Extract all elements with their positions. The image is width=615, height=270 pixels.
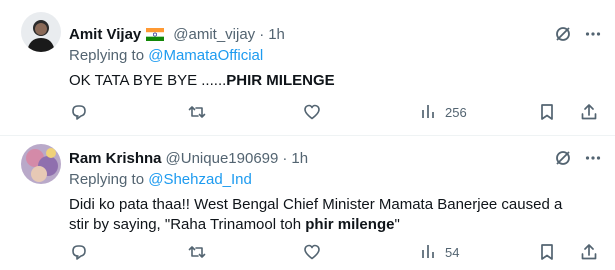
more-icon[interactable] [583, 24, 603, 44]
share-button[interactable] [579, 242, 599, 262]
views-count: 256 [445, 104, 467, 120]
user-handle[interactable]: @Unique190699 [166, 150, 279, 167]
share-icon [581, 104, 597, 120]
bookmark-button[interactable] [537, 102, 557, 122]
share-icon [581, 244, 597, 260]
like-button[interactable] [302, 102, 322, 122]
replying-to: Replying to @Shehzad_Ind [69, 170, 603, 190]
user-handle[interactable]: @amit_vijay [173, 26, 255, 43]
bookmark-button[interactable] [537, 242, 557, 262]
tweet[interactable]: Amit Vijay @amit_vijay · 1h Replying to … [0, 0, 615, 136]
like-icon [304, 244, 320, 260]
tweet-text: OK TATA BYE BYE ......PHIR MILENGE [69, 71, 603, 91]
tweet-text: Didi ko pata thaa!! West Bengal Chief Mi… [69, 195, 603, 235]
reply-icon [72, 245, 86, 260]
tweet-actions: 54 [69, 242, 601, 262]
grok-icon[interactable] [553, 24, 573, 44]
like-button[interactable] [302, 242, 322, 262]
retweet-icon [188, 106, 206, 118]
like-icon [304, 104, 320, 120]
retweet-button[interactable] [187, 102, 207, 122]
reply-icon [72, 105, 86, 120]
views-count: 54 [445, 244, 460, 260]
avatar[interactable] [21, 12, 61, 52]
tweet[interactable]: Ram Krishna @Unique190699 · 1h Replying … [0, 136, 615, 270]
tweet-header: Amit Vijay @amit_vijay · 1h [69, 24, 603, 44]
tweet-header: Ram Krishna @Unique190699 · 1h [69, 148, 603, 168]
tweet-actions: 256 [69, 102, 601, 122]
reply-button[interactable] [69, 102, 89, 122]
views-button[interactable]: 256 [419, 102, 467, 122]
avatar[interactable] [21, 144, 61, 184]
grok-icon[interactable] [553, 148, 573, 168]
tweet-text-after: " [394, 216, 400, 233]
views-button[interactable]: 54 [419, 242, 459, 262]
views-icon [422, 105, 434, 118]
display-name[interactable]: Ram Krishna [69, 150, 162, 167]
tweet-text-bold: PHIR MILENGE [226, 72, 335, 89]
mention-link[interactable]: @Shehzad_Ind [148, 171, 252, 188]
tweet-text-plain: stir by saying, "Raha Trinamool toh [69, 216, 306, 233]
replying-to: Replying to @MamataOfficial [69, 46, 603, 66]
tweet-text-plain: OK TATA BYE BYE ...... [69, 72, 227, 89]
timestamp[interactable]: 1h [268, 26, 285, 43]
bookmark-icon [541, 244, 553, 260]
mention-link[interactable]: @MamataOfficial [148, 47, 263, 64]
views-icon [422, 245, 434, 258]
share-button[interactable] [579, 102, 599, 122]
replying-prefix: Replying to [69, 47, 149, 64]
retweet-icon [188, 246, 206, 258]
retweet-button[interactable] [187, 242, 207, 262]
tweet-text-bold: phir milenge [305, 216, 395, 233]
replying-prefix: Replying to [69, 171, 149, 188]
display-name[interactable]: Amit Vijay [69, 26, 141, 43]
more-icon[interactable] [583, 148, 603, 168]
tweet-text-line: Didi ko pata thaa!! West Bengal Chief Mi… [69, 196, 563, 213]
reply-button[interactable] [69, 242, 89, 262]
separator-dot: · [259, 25, 265, 43]
bookmark-icon [541, 104, 553, 120]
india-flag-icon [146, 27, 165, 41]
separator-dot: · [282, 149, 288, 167]
timestamp[interactable]: 1h [291, 150, 308, 167]
